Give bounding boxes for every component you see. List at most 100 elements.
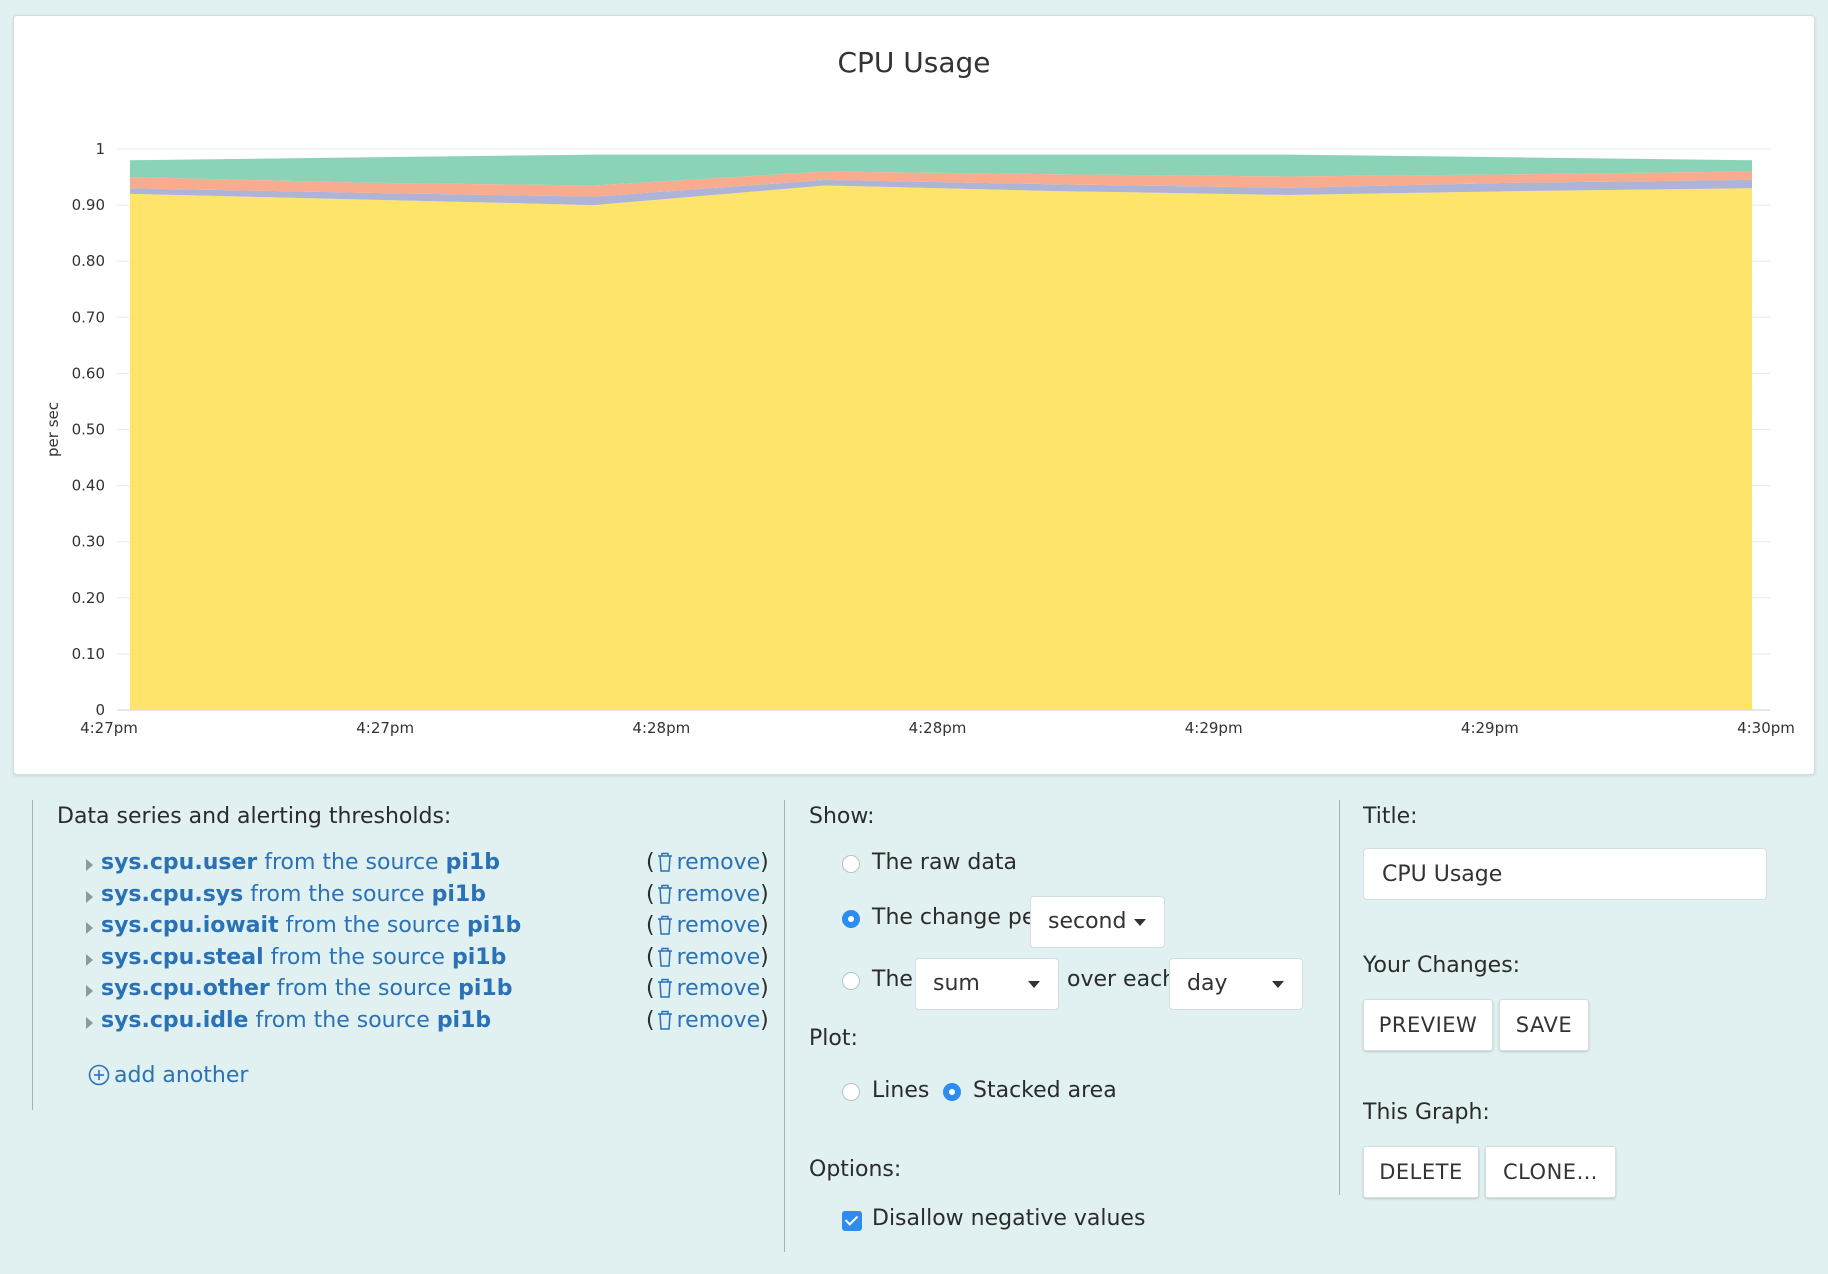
period-select[interactable]: day <box>1169 958 1303 1010</box>
over-each-label: over each <box>1067 967 1177 992</box>
add-another-label: add another <box>114 1063 249 1088</box>
clone-button[interactable]: CLONE… <box>1485 1146 1616 1198</box>
y-tick-label: 0.50 <box>72 421 105 439</box>
trash-icon <box>657 1010 672 1030</box>
series-from-text: from the source <box>270 944 445 970</box>
series-row: sys.cpu.iowait from the source pi1b (remo… <box>86 913 786 945</box>
y-tick-label: 0 <box>95 701 105 719</box>
remove-series-button[interactable]: ( remove) <box>646 850 769 875</box>
expand-caret-icon[interactable] <box>86 1016 93 1029</box>
series-metric: sys.cpu.iowait <box>101 913 279 938</box>
aggregate-the-label: The <box>872 967 913 992</box>
chevron-down-icon <box>1134 919 1146 926</box>
area-series-1 <box>130 185 1752 711</box>
remove-series-button[interactable]: (remove) <box>646 976 769 1001</box>
change-unit-select[interactable]: second <box>1030 896 1165 948</box>
plot-heading: Plot: <box>809 1026 858 1051</box>
aggregate-value: sum <box>933 971 980 996</box>
stacked-area-radio[interactable] <box>943 1083 961 1101</box>
series-label[interactable]: sys.cpu.sys from the source pi1b <box>101 882 486 907</box>
paren-close: ) <box>760 850 769 875</box>
x-tick-label: 4:28pm <box>909 719 967 737</box>
series-source: pi1b <box>458 976 513 1001</box>
remove-label: remove <box>676 850 761 875</box>
chevron-down-icon <box>1272 981 1284 988</box>
expand-caret-icon[interactable] <box>86 953 93 966</box>
series-label[interactable]: sys.cpu.user from the source pi1b <box>101 850 500 875</box>
this-graph-heading: This Graph: <box>1363 1100 1490 1125</box>
series-label[interactable]: sys.cpu.other from the source pi1b <box>101 976 512 1001</box>
series-source: pi1b <box>451 944 507 970</box>
delete-button[interactable]: DELETE <box>1363 1146 1479 1198</box>
aggregate-select[interactable]: sum <box>915 958 1059 1010</box>
series-row: sys.cpu.user from the source pi1b ( remove… <box>86 850 786 882</box>
change-per-radio[interactable] <box>842 910 860 928</box>
change-unit-value: second <box>1048 909 1127 934</box>
expand-caret-icon[interactable] <box>86 890 93 903</box>
series-metric: sys.cpu.other <box>101 976 270 1001</box>
remove-label: remove <box>676 1007 761 1033</box>
x-tick-label: 4:27pm <box>80 719 138 737</box>
series-metric: sys.cpu.sys <box>101 881 244 907</box>
x-tick-label: 4:29pm <box>1185 719 1243 737</box>
trash-icon <box>657 915 672 935</box>
options-heading: Options: <box>809 1157 902 1182</box>
y-tick-label: 0.20 <box>72 589 105 607</box>
y-tick-label: 1 <box>95 140 105 158</box>
paren-close: ) <box>760 1007 769 1033</box>
save-button[interactable]: SAVE <box>1499 999 1589 1051</box>
series-label[interactable]: sys.cpu.idle from the source pi1b <box>101 1008 491 1033</box>
paren-close: ) <box>760 976 769 1001</box>
paren-close: ) <box>760 881 769 907</box>
disallow-negative-checkbox[interactable] <box>842 1211 862 1231</box>
y-tick-label: 0.90 <box>72 196 105 214</box>
cpu-usage-chart: 0 0.10 0.20 0.30 0.40 0.50 0.60 0.70 0.80 0.90 1 4:… <box>44 140 1795 737</box>
data-series-panel: Data series and alerting thresholds: sys… <box>32 800 785 1110</box>
series-metric: sys.cpu.user <box>101 850 258 875</box>
remove-series-button[interactable]: ( remove) <box>646 1008 769 1033</box>
paren-open: ( <box>646 944 655 970</box>
expand-caret-icon[interactable] <box>86 985 93 997</box>
series-label[interactable]: sys.cpu.steal from the source pi1b <box>101 945 506 970</box>
series-from-text: from the source <box>285 913 460 938</box>
series-source: pi1b <box>466 913 522 938</box>
paren-open: ( <box>646 1007 655 1033</box>
paren-open: ( <box>646 850 655 875</box>
series-label[interactable]: sys.cpu.iowait from the source pi1b <box>101 913 521 938</box>
expand-caret-icon[interactable] <box>86 859 93 871</box>
plus-circle-icon <box>88 1064 110 1086</box>
change-per-label: The change per <box>872 905 1045 930</box>
lines-radio[interactable] <box>842 1083 860 1101</box>
y-tick-label: 0.80 <box>72 252 105 270</box>
preview-button[interactable]: PREVIEW <box>1363 999 1493 1051</box>
expand-caret-icon[interactable] <box>86 922 93 934</box>
chevron-down-icon <box>1028 981 1040 988</box>
series-source: pi1b <box>436 1007 492 1033</box>
remove-series-button[interactable]: ( remove) <box>646 882 769 907</box>
title-input[interactable] <box>1363 848 1767 900</box>
series-row: sys.cpu.sys from the source pi1b ( remove) <box>86 882 786 914</box>
series-metric: sys.cpu.idle <box>101 1007 249 1033</box>
add-another-link[interactable]: add another <box>88 1063 248 1088</box>
lines-label: Lines <box>872 1078 930 1103</box>
remove-label: remove <box>676 881 761 907</box>
y-tick-label: 0.10 <box>72 645 105 663</box>
aggregate-radio[interactable] <box>842 972 860 990</box>
display-options-panel: Show: The raw data The change per second… <box>784 800 1340 1252</box>
series-from-text: from the source <box>264 850 439 875</box>
x-tick-label: 4:29pm <box>1461 719 1519 737</box>
raw-data-radio[interactable] <box>842 855 860 873</box>
period-value: day <box>1187 971 1228 996</box>
show-heading: Show: <box>809 804 875 829</box>
y-axis-label: per sec <box>44 402 62 457</box>
x-tick-label: 4:28pm <box>632 719 690 737</box>
series-row: sys.cpu.steal from the source pi1b (remov… <box>86 945 786 977</box>
paren-open: ( <box>646 881 655 907</box>
remove-series-button[interactable]: (remove) <box>646 913 769 938</box>
title-heading: Title: <box>1363 804 1418 829</box>
series-row: sys.cpu.idle from the source pi1b ( remove… <box>86 1008 786 1040</box>
y-tick-label: 0.40 <box>72 477 105 495</box>
series-source: pi1b <box>431 881 486 907</box>
remove-series-button[interactable]: (remove) <box>646 945 769 970</box>
trash-icon <box>657 852 672 872</box>
